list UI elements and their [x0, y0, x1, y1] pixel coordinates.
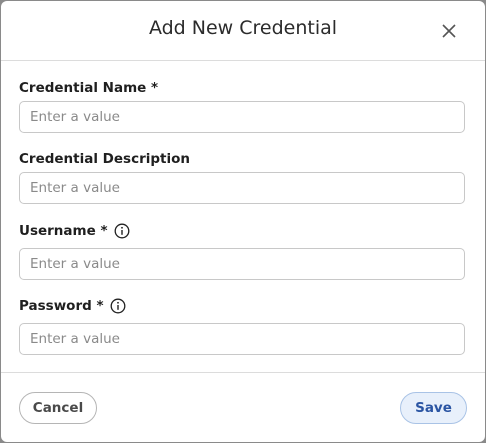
info-icon[interactable]	[110, 298, 126, 314]
add-credential-dialog: Add New Credential Credential Name * Cre…	[1, 1, 485, 442]
credential-name-label: Credential Name *	[19, 80, 159, 96]
credential-description-label: Credential Description	[19, 151, 190, 167]
save-button[interactable]: Save	[400, 392, 467, 424]
dialog-footer: Cancel Save	[1, 372, 485, 443]
password-input[interactable]	[19, 323, 465, 355]
credential-name-input[interactable]	[19, 101, 465, 133]
username-label: Username *	[19, 223, 130, 239]
dialog-header: Add New Credential	[1, 1, 485, 61]
credential-description-input[interactable]	[19, 172, 465, 204]
info-icon[interactable]	[114, 223, 130, 239]
dialog-title: Add New Credential	[148, 17, 338, 39]
password-label: Password *	[19, 298, 126, 314]
username-input[interactable]	[19, 248, 465, 280]
cancel-button[interactable]: Cancel	[19, 392, 97, 424]
close-icon[interactable]	[441, 23, 457, 39]
